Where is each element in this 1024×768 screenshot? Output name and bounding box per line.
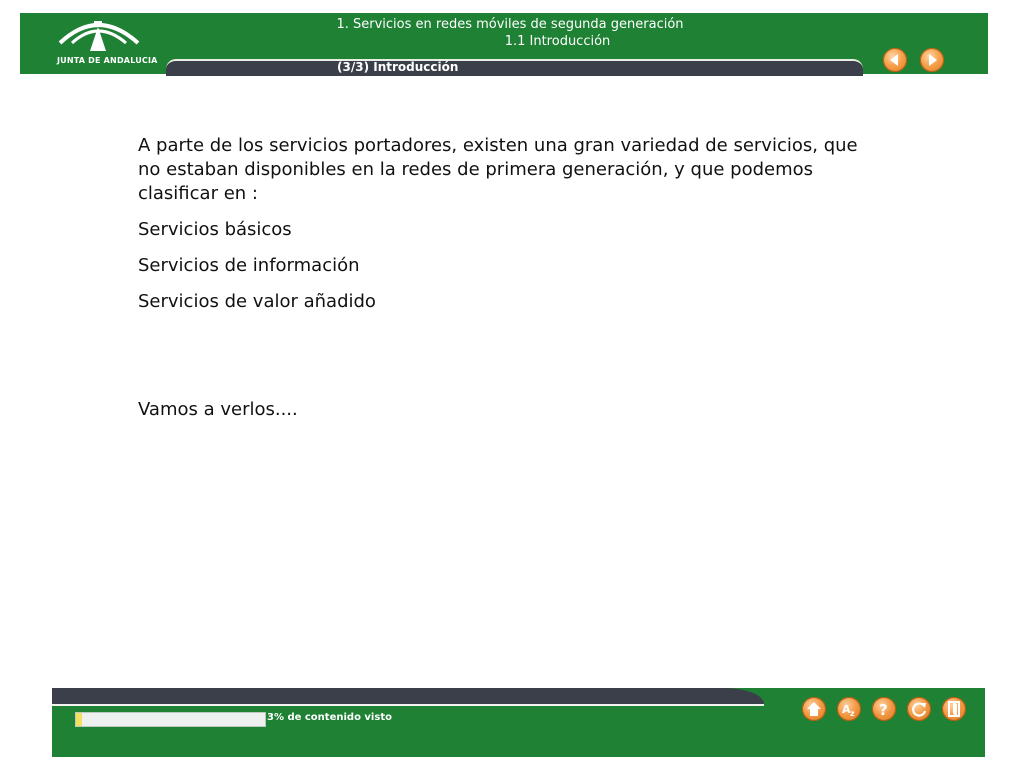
glossary-button[interactable]: A z (837, 697, 861, 721)
progress-fill (76, 713, 82, 726)
outro-paragraph: Vamos a verlos.... (138, 399, 298, 420)
progress-text: 3% de contenido visto (267, 712, 392, 723)
footer-band (52, 688, 764, 706)
next-page-button[interactable] (920, 48, 944, 72)
home-icon (807, 702, 821, 716)
arrow-right-icon (929, 54, 937, 66)
exit-button[interactable] (942, 697, 966, 721)
page-label-strip (166, 59, 863, 76)
footer-bar: 3% de contenido visto A z ? (52, 688, 985, 757)
svg-text:z: z (850, 709, 855, 718)
glossary-az-icon: A z (842, 703, 855, 718)
svg-text:?: ? (879, 701, 888, 719)
section-title: 1. Servicios en redes móviles de segunda… (336, 17, 684, 32)
help-icon: ? (879, 701, 888, 719)
list-item: Servicios básicos (138, 219, 292, 240)
refresh-icon (912, 702, 927, 717)
subsection-title: 1.1 Introducción (504, 34, 611, 49)
help-button[interactable]: ? (872, 697, 896, 721)
page-label: (3/3) Introducción (337, 60, 459, 74)
home-button[interactable] (802, 697, 826, 721)
intro-paragraph: A parte de los servicios portadores, exi… (138, 135, 858, 204)
course-title: 1. Servicios en redes móviles de segunda… (280, 16, 740, 50)
junta-de-andalucia-logo: JUNTA DE ANDALUCIA (20, 13, 166, 74)
header-bar: JUNTA DE ANDALUCIA 1. Servicios en redes… (20, 13, 988, 76)
list-item: Servicios de valor añadido (138, 291, 376, 312)
arrow-left-icon (890, 54, 898, 66)
refresh-button[interactable] (907, 697, 931, 721)
progress-bar (75, 712, 266, 727)
exit-icon (948, 701, 960, 717)
logo-text: JUNTA DE ANDALUCIA (57, 56, 158, 65)
previous-page-button[interactable] (883, 48, 907, 72)
list-item: Servicios de información (138, 255, 360, 276)
lesson-content: A parte de los servicios portadores, exi… (138, 134, 858, 422)
